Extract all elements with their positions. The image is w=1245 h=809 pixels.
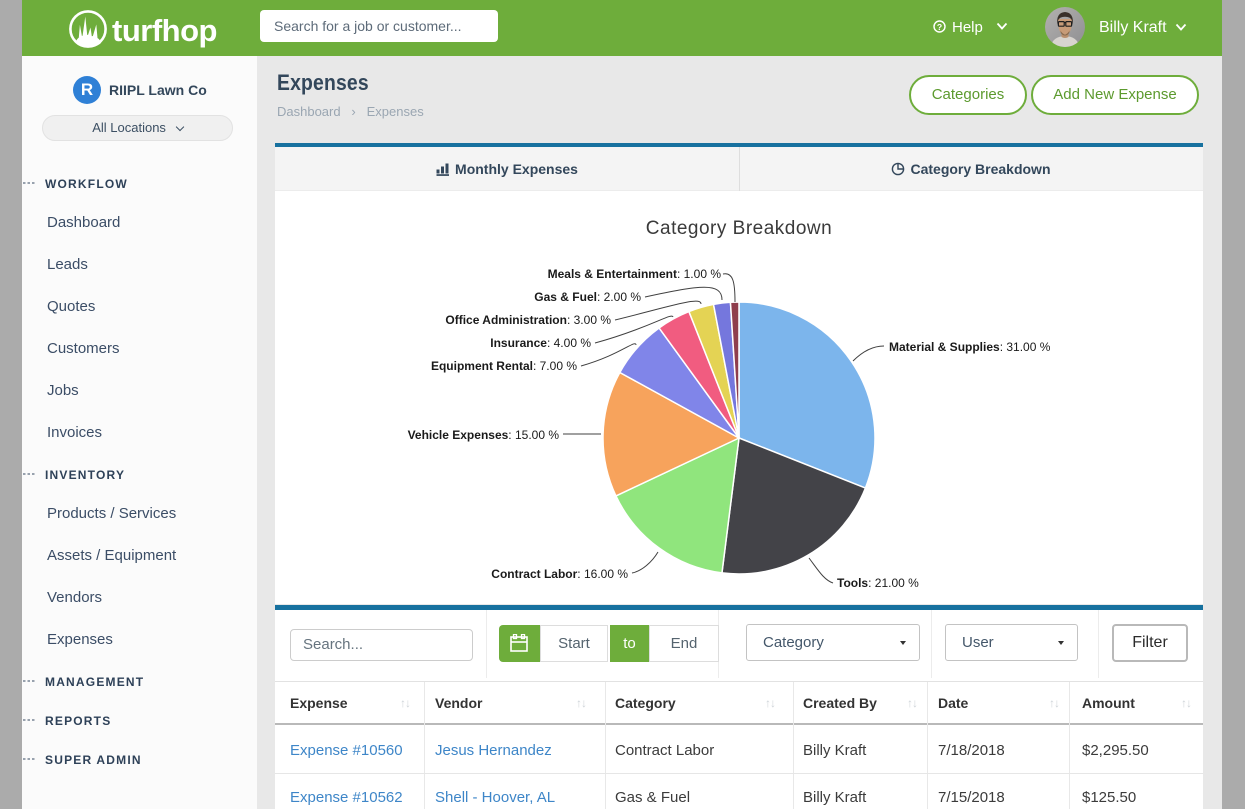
svg-text:Category Breakdown: Category Breakdown	[646, 218, 832, 239]
svg-text:Insurance: 4.00 %: Insurance: 4.00 %	[490, 336, 591, 350]
svg-text:Tools: 21.00 %: Tools: 21.00 %	[837, 576, 919, 590]
svg-text:Contract Labor: 16.00 %: Contract Labor: 16.00 %	[491, 567, 628, 581]
svg-text:?: ?	[937, 22, 942, 32]
svg-text:Gas & Fuel: 2.00 %: Gas & Fuel: 2.00 %	[534, 290, 641, 304]
svg-text:Meals & Entertainment: 1.00 %: Meals & Entertainment: 1.00 %	[548, 267, 722, 281]
svg-text:Office Administration: 3.00 %: Office Administration: 3.00 %	[445, 313, 611, 327]
svg-text:Equipment Rental: 7.00 %: Equipment Rental: 7.00 %	[431, 359, 577, 373]
svg-text:Material & Supplies: 31.00 %: Material & Supplies: 31.00 %	[889, 340, 1051, 354]
svg-text:Vehicle Expenses: 15.00 %: Vehicle Expenses: 15.00 %	[408, 428, 560, 442]
